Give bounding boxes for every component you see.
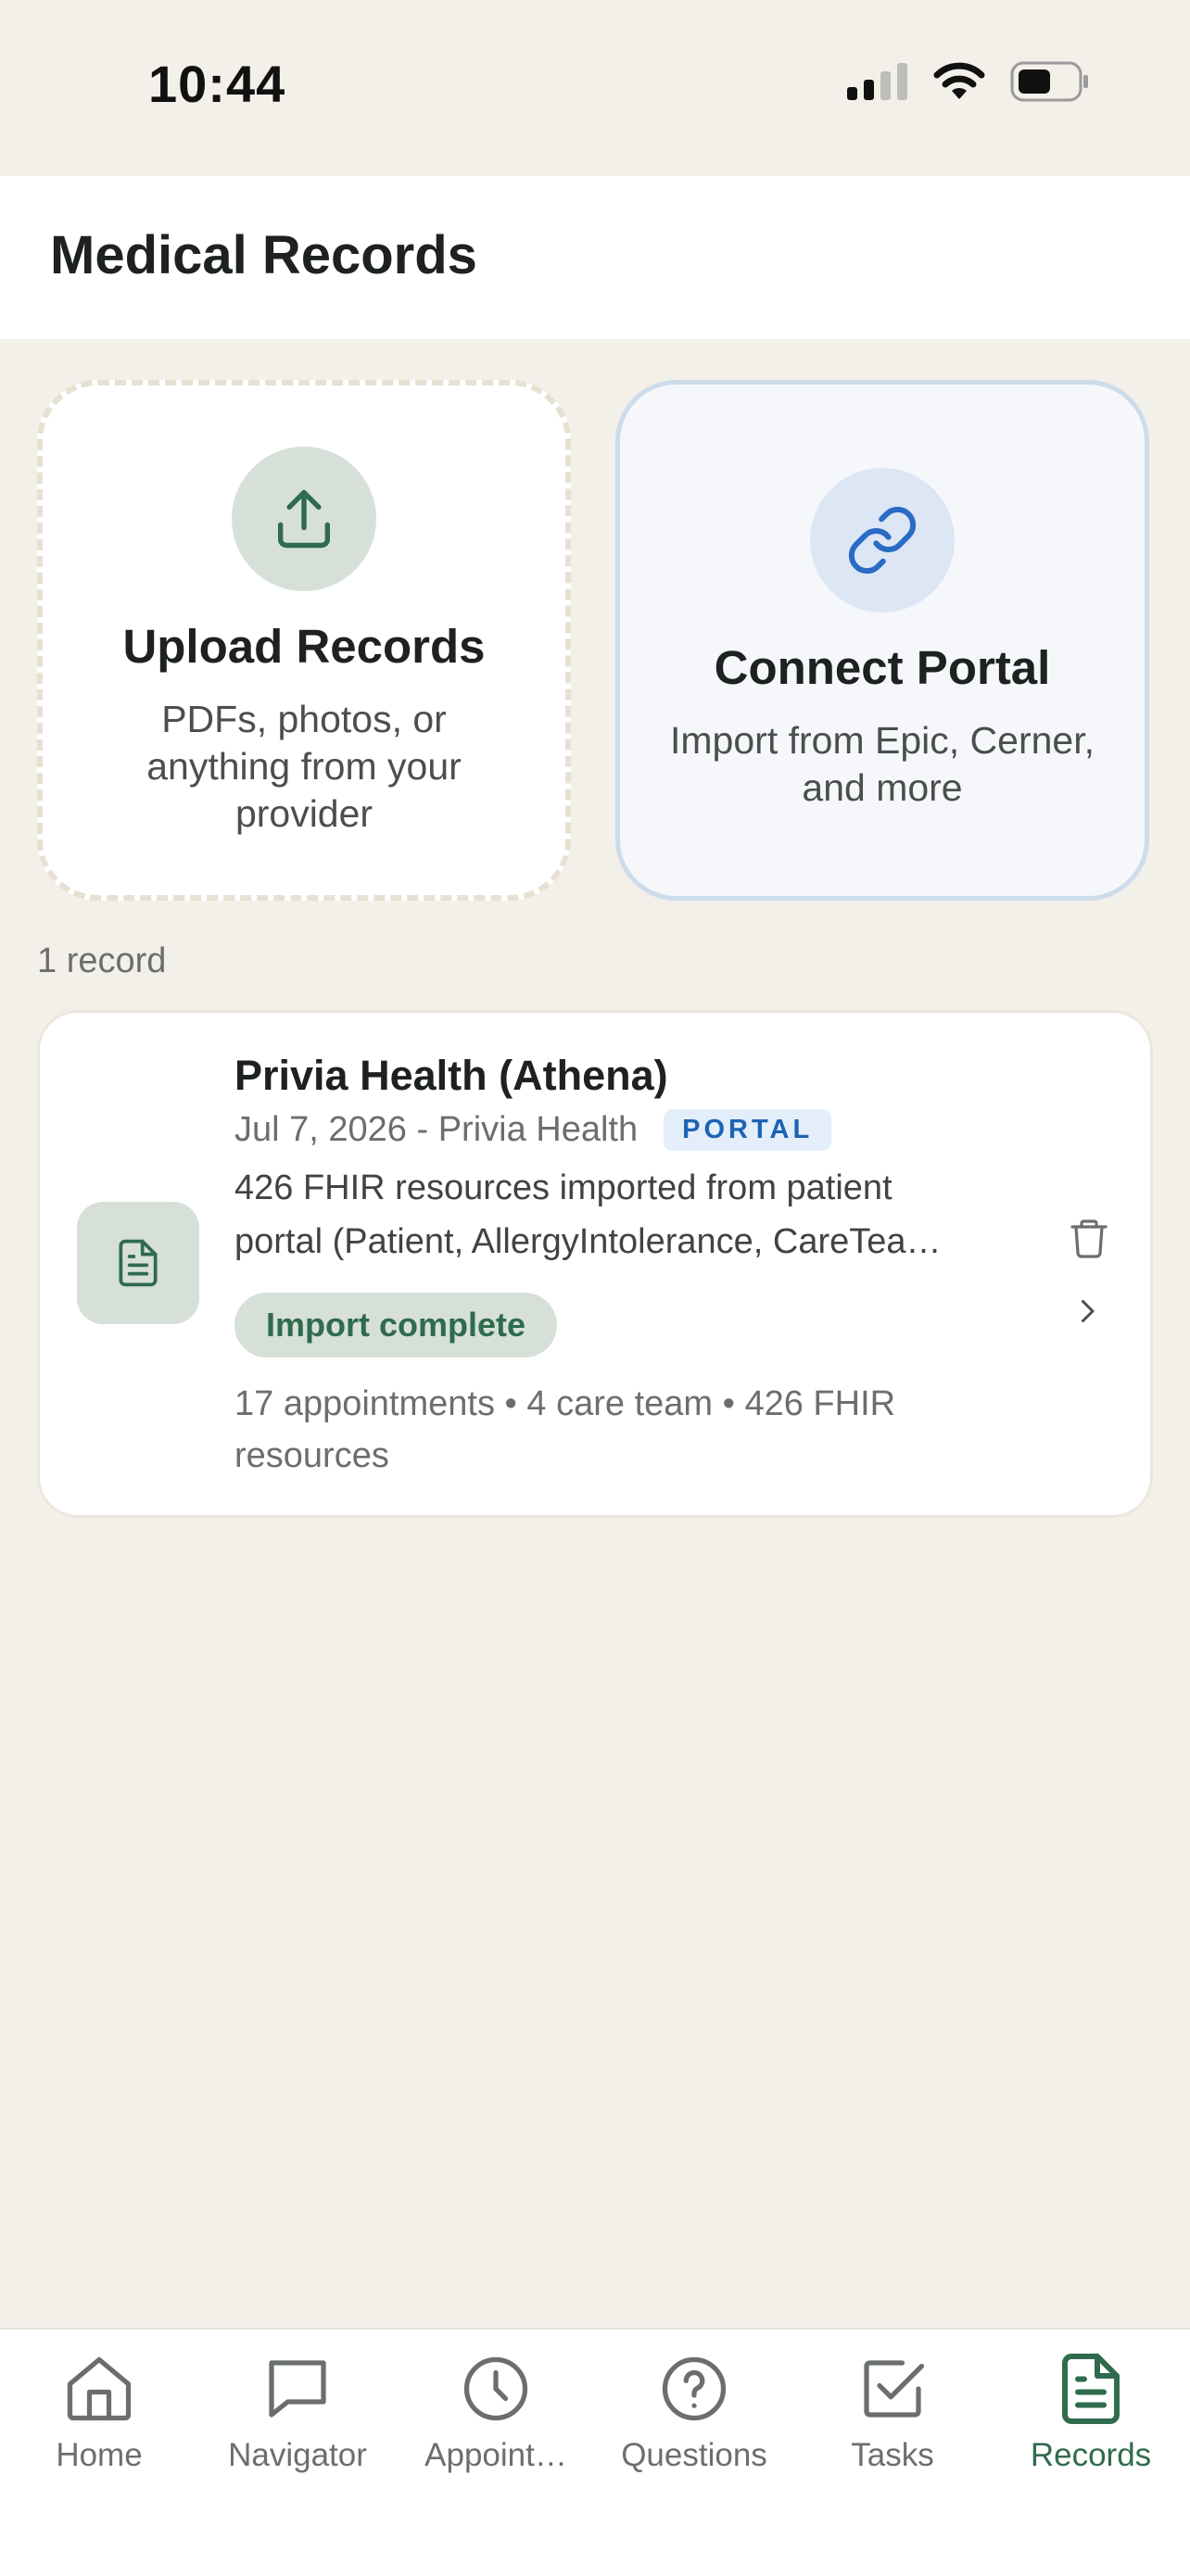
document-icon: [1062, 2354, 1120, 2424]
record-stats: 17 appointments • 4 care team • 426 FHIR…: [234, 1384, 896, 1475]
document-icon: [119, 1239, 158, 1287]
record-description: 426 FHIR resources imported from patient…: [234, 1161, 1050, 1269]
upload-icon-circle: [232, 447, 376, 591]
tab-home[interactable]: Home: [0, 2350, 198, 2474]
checkbox-icon: [864, 2360, 925, 2418]
tab-navigator[interactable]: Navigator: [198, 2350, 397, 2474]
question-icon: [662, 2356, 727, 2421]
tab-appointments[interactable]: Appoint…: [397, 2350, 595, 2474]
link-icon-circle: [810, 468, 955, 612]
tab-label: Home: [56, 2437, 143, 2473]
tab-questions[interactable]: Questions: [595, 2350, 793, 2474]
record-date-source: Jul 7, 2026 - Privia Health: [234, 1110, 639, 1149]
upload-icon: [277, 489, 331, 549]
tab-label: Records: [1030, 2437, 1152, 2473]
connect-portal-title: Connect Portal: [714, 641, 1051, 694]
tab-tasks[interactable]: Tasks: [793, 2350, 992, 2474]
wifi-icon: [933, 62, 985, 99]
upload-records-description: PDFs, photos, or anything from your prov…: [146, 698, 462, 835]
clock-icon: [463, 2356, 528, 2421]
record-description-line: 426 FHIR resources imported from patient: [234, 1168, 892, 1207]
record-meta: Jul 7, 2026 - Privia Health PORTAL: [234, 1109, 832, 1151]
tab-label: Tasks: [851, 2437, 934, 2473]
page-title: Medical Records: [50, 225, 477, 285]
record-card[interactable]: Privia Health (Athena) Jul 7, 2026 - Pri…: [37, 1010, 1153, 1518]
tab-label: Appoint…: [424, 2437, 567, 2473]
trash-icon: [1070, 1219, 1108, 1258]
battery-icon: [1010, 61, 1088, 102]
upload-records-title: Upload Records: [122, 620, 486, 673]
tab-records[interactable]: Records: [992, 2350, 1190, 2474]
import-status-badge: Import complete: [234, 1293, 558, 1357]
record-document-tile: [77, 1202, 199, 1324]
connect-portal-description: Import from Epic, Cerner, and more: [670, 719, 1095, 809]
record-title: Privia Health (Athena): [234, 1052, 668, 1099]
chevron-right-icon: [1082, 1300, 1095, 1322]
chat-icon: [269, 2360, 326, 2418]
delete-record-button[interactable]: [1067, 1215, 1111, 1266]
record-description-line: portal (Patient, AllergyIntolerance, Car…: [234, 1222, 942, 1261]
open-record-button[interactable]: [1070, 1293, 1104, 1334]
status-bar: 10:44: [0, 0, 1190, 176]
signal-icon: [847, 63, 907, 100]
connect-portal-card[interactable]: Connect Portal Import from Epic, Cerner,…: [615, 380, 1149, 901]
record-count: 1 record: [37, 941, 167, 980]
home-icon: [67, 2356, 132, 2421]
status-time: 10:44: [148, 55, 286, 113]
link-icon: [848, 506, 917, 575]
header: Medical Records: [0, 176, 1190, 339]
tab-label: Questions: [621, 2437, 767, 2473]
tab-label: Navigator: [228, 2437, 367, 2473]
portal-badge: PORTAL: [664, 1109, 832, 1151]
tab-bar: Home Navigator Appoint… Questions Tasks: [0, 2328, 1190, 2576]
status-icons: [847, 61, 1090, 102]
upload-records-card[interactable]: Upload Records PDFs, photos, or anything…: [37, 380, 571, 901]
